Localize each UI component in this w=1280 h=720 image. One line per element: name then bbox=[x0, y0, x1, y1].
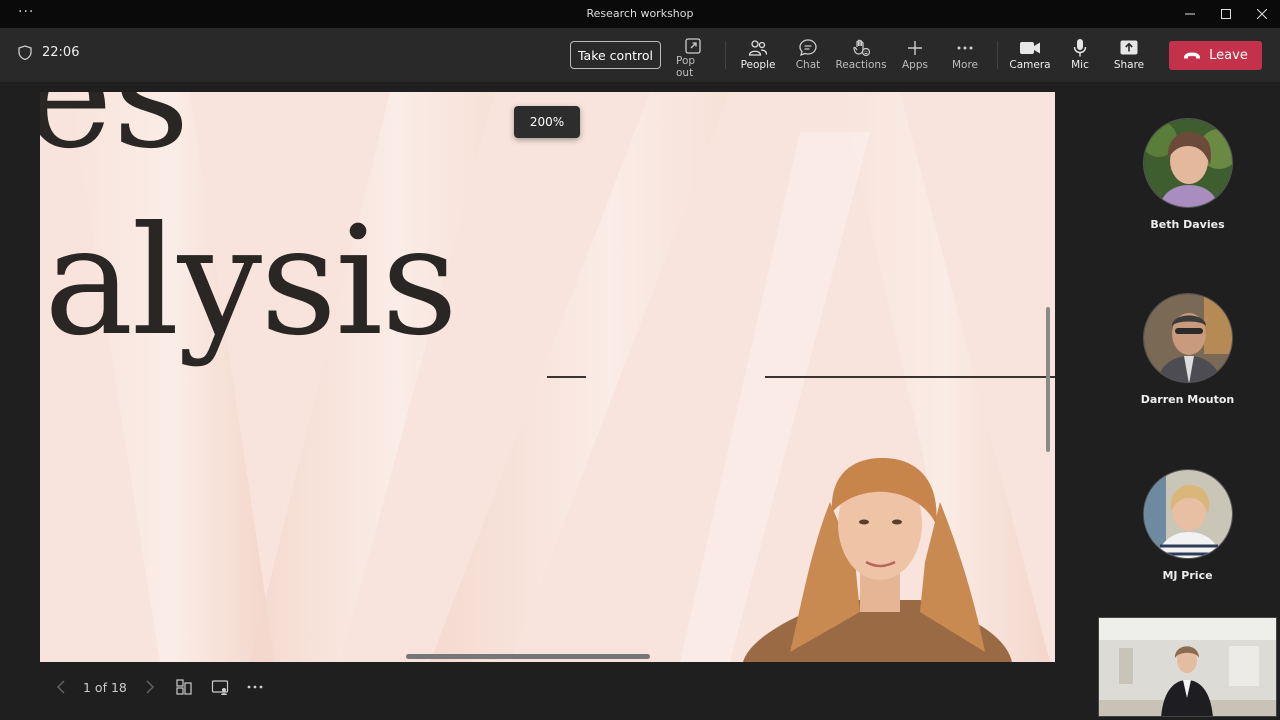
pop-out-label: Pop out bbox=[676, 55, 696, 79]
take-control-button[interactable]: Take control bbox=[570, 41, 661, 69]
reactions-button[interactable]: Reactions bbox=[835, 37, 887, 77]
self-view-video[interactable] bbox=[1098, 617, 1277, 717]
chat-label: Chat bbox=[795, 59, 821, 71]
pop-out-icon bbox=[685, 38, 701, 54]
participant-name: Beth Davies bbox=[1150, 218, 1225, 231]
more-label: More bbox=[951, 59, 979, 71]
camera-label: Camera bbox=[1009, 59, 1051, 71]
slide-navigation: 1 of 18 bbox=[52, 676, 265, 698]
chevron-right-icon bbox=[146, 680, 154, 694]
toolbar-divider bbox=[725, 41, 726, 69]
apps-button[interactable]: Apps bbox=[902, 37, 928, 77]
participant-tile[interactable]: Darren Mouton bbox=[1095, 293, 1280, 406]
previous-slide-button[interactable] bbox=[52, 680, 70, 694]
close-icon[interactable] bbox=[1244, 0, 1280, 28]
minimize-icon[interactable] bbox=[1172, 0, 1208, 28]
avatar bbox=[1142, 469, 1233, 559]
slide-heading-fragment: es bbox=[40, 92, 190, 182]
zoom-level-badge: 200% bbox=[514, 106, 580, 138]
slide-background bbox=[40, 92, 1055, 662]
people-icon bbox=[748, 40, 768, 56]
participant-tile[interactable]: Beth Davies bbox=[1095, 118, 1280, 231]
shield-icon bbox=[18, 45, 32, 60]
timer-text: 22:06 bbox=[42, 45, 80, 60]
vertical-scrollbar[interactable] bbox=[1046, 307, 1050, 452]
camera-button[interactable]: Camera bbox=[1009, 37, 1051, 77]
avatar bbox=[1142, 118, 1233, 208]
share-button[interactable]: Share bbox=[1114, 37, 1144, 77]
mic-icon bbox=[1073, 39, 1087, 57]
title-bar: ··· Research workshop bbox=[0, 0, 1280, 28]
chat-button[interactable]: Chat bbox=[795, 37, 821, 77]
grid-view-icon bbox=[176, 679, 192, 695]
shared-slide[interactable]: es alysis bbox=[40, 92, 1055, 662]
horizontal-scrollbar[interactable] bbox=[406, 654, 650, 659]
camera-icon bbox=[1020, 42, 1040, 54]
page-indicator: 1 of 18 bbox=[83, 679, 127, 695]
more-button[interactable]: More bbox=[951, 37, 979, 77]
slide-heading: alysis bbox=[44, 195, 458, 369]
reactions-icon bbox=[853, 39, 871, 57]
more-icon bbox=[957, 46, 973, 50]
chat-icon bbox=[799, 39, 817, 57]
presenter-view-icon bbox=[211, 680, 228, 695]
leave-label: Leave bbox=[1209, 48, 1248, 63]
mic-button[interactable]: Mic bbox=[1068, 37, 1092, 77]
chevron-left-icon bbox=[57, 680, 65, 694]
participant-tile[interactable]: MJ Price bbox=[1095, 469, 1280, 582]
participant-name: Darren Mouton bbox=[1140, 393, 1235, 406]
presenter-view-button[interactable] bbox=[210, 678, 230, 696]
slide-grid-button[interactable] bbox=[174, 678, 194, 696]
slide-more-button[interactable] bbox=[245, 685, 265, 689]
next-slide-button[interactable] bbox=[141, 680, 159, 694]
avatar bbox=[1142, 293, 1233, 383]
people-button[interactable]: People bbox=[741, 37, 775, 77]
apps-label: Apps bbox=[902, 59, 928, 71]
pop-out-button[interactable]: Pop out bbox=[676, 37, 710, 79]
presentation-stage: es alysis 1 of 18 bbox=[0, 82, 1095, 720]
reactions-label: Reactions bbox=[835, 59, 887, 71]
toolbar-divider bbox=[997, 41, 998, 69]
window-title: Research workshop bbox=[586, 7, 694, 20]
more-horizontal-icon bbox=[247, 685, 263, 689]
participant-name: MJ Price bbox=[1162, 569, 1213, 582]
people-label: People bbox=[740, 59, 776, 71]
maximize-icon[interactable] bbox=[1208, 0, 1244, 28]
meeting-timer: 22:06 bbox=[18, 45, 79, 60]
share-icon bbox=[1120, 40, 1138, 55]
share-label: Share bbox=[1113, 59, 1145, 71]
hang-up-icon bbox=[1184, 52, 1201, 59]
meeting-toolbar: 22:06 Take control Pop out People Chat R… bbox=[0, 28, 1280, 82]
mic-label: Mic bbox=[1071, 59, 1089, 71]
leave-button[interactable]: Leave bbox=[1169, 41, 1262, 70]
plus-icon bbox=[908, 41, 922, 55]
